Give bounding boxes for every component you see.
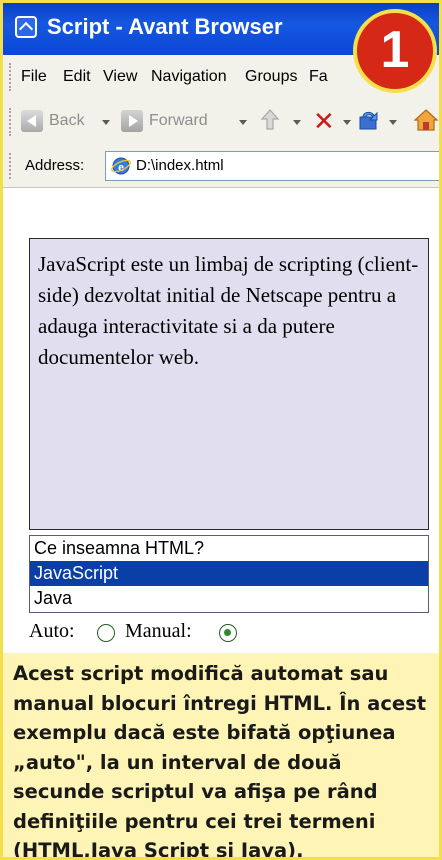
terms-listbox[interactable]: Ce inseamna HTML? JavaScript Java: [29, 535, 429, 613]
manual-label: Manual:: [125, 620, 192, 642]
refresh-dropdown-icon[interactable]: [389, 120, 397, 125]
toolbar-grip[interactable]: [9, 108, 14, 136]
address-label: Address:: [25, 157, 85, 174]
list-option-java[interactable]: Java: [30, 586, 428, 611]
forward-button[interactable]: Forward: [121, 108, 241, 136]
menu-view[interactable]: View: [103, 68, 137, 86]
window-title: Script - Avant Browser: [47, 14, 283, 39]
definition-text-box: JavaScript este un limbaj de scripting (…: [29, 238, 429, 530]
stop-dropdown-icon[interactable]: [343, 120, 351, 125]
back-dropdown-icon[interactable]: [102, 120, 110, 125]
home-icon[interactable]: [413, 107, 439, 133]
up-folder-icon[interactable]: [259, 108, 281, 132]
menu-groups[interactable]: Groups: [245, 68, 297, 86]
auto-radio[interactable]: [97, 624, 115, 642]
menu-edit[interactable]: Edit: [63, 68, 91, 86]
toolbar-grip[interactable]: [9, 153, 14, 179]
screenshot-frame: Script - Avant Browser 1 File Edit View …: [0, 0, 442, 860]
forward-button-label: Forward: [149, 112, 208, 129]
forward-arrow-icon: [121, 110, 143, 132]
menu-navigation[interactable]: Navigation: [151, 68, 227, 86]
menu-favorites[interactable]: Fa: [309, 68, 328, 86]
step-number-badge: 1: [353, 9, 437, 93]
stop-icon[interactable]: ✕: [313, 109, 335, 135]
list-option-html[interactable]: Ce inseamna HTML?: [30, 536, 428, 561]
auto-label: Auto:: [29, 620, 75, 642]
refresh-icon[interactable]: [357, 108, 381, 132]
back-button-label: Back: [49, 112, 85, 129]
forward-dropdown-icon[interactable]: [239, 120, 247, 125]
back-button[interactable]: Back: [21, 108, 111, 136]
browser-app-icon[interactable]: [15, 16, 37, 38]
menu-file[interactable]: File: [21, 68, 47, 86]
up-dropdown-icon[interactable]: [293, 120, 301, 125]
list-option-javascript[interactable]: JavaScript: [30, 561, 428, 586]
article-caption: Acest script modifică automat sau manual…: [3, 653, 439, 857]
navigation-toolbar: Back Forward ✕: [3, 99, 439, 146]
manual-radio[interactable]: [219, 624, 237, 642]
address-field[interactable]: e D:\index.html: [105, 151, 439, 181]
back-arrow-icon: [21, 110, 43, 132]
page-content: JavaScript este un limbaj de scripting (…: [3, 188, 439, 653]
address-url: D:\index.html: [136, 157, 224, 174]
address-bar: Address: e D:\index.html: [3, 145, 439, 188]
toolbar-grip[interactable]: [9, 63, 14, 91]
internet-explorer-page-icon: e: [111, 157, 131, 175]
